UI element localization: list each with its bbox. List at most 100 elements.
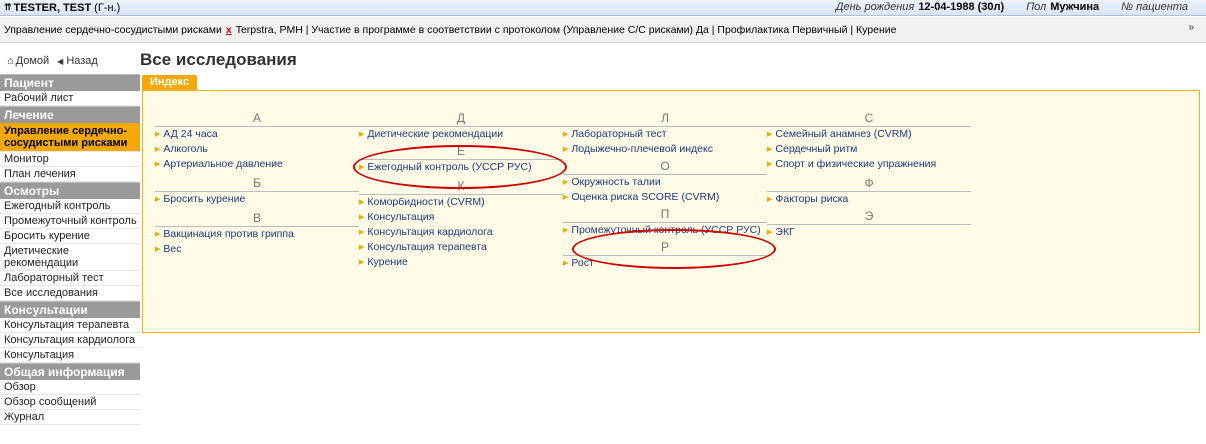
index-link[interactable]: ▶ ЭКГ (767, 225, 971, 240)
back-link[interactable]: ◀ Назад (57, 55, 98, 67)
index-link[interactable]: ▶ Консультация (359, 210, 563, 225)
navigation-row: ⌂ Домой ◀ Назад Все исследования (0, 50, 297, 71)
bullet-triangle-icon: ▶ (155, 131, 161, 138)
index-link[interactable]: ▶ Вакцинация против гриппа (155, 227, 359, 242)
index-link[interactable]: ▶ Бросить курение (155, 192, 359, 207)
index-link[interactable]: ▶ Консультация кардиолога (359, 225, 563, 240)
index-link[interactable]: ▶ Алкоголь (155, 142, 359, 157)
index-letter-heading: С (767, 109, 971, 127)
sidebar-section-patient: Пациент (0, 74, 140, 91)
sidebar-item-overview[interactable]: Обзор (0, 380, 140, 395)
patient-meta: День рождения 12-04-1988 (30л) Пол Мужчи… (836, 1, 1188, 13)
bullet-triangle-icon: ▶ (155, 196, 161, 203)
index-panel: А ▶ АД 24 часа ▶ Алкоголь ▶ Артериальное да… (142, 90, 1200, 333)
remove-program-icon[interactable]: x (226, 24, 232, 36)
sidebar-item-messages-overview[interactable]: Обзор сообщений (0, 395, 140, 410)
index-letter-heading: В (155, 209, 359, 227)
bullet-triangle-icon: ▶ (359, 259, 365, 266)
program-line: Управление сердечно-сосудистыми рисками … (0, 17, 1206, 43)
sidebar-item-quit-smoking[interactable]: Бросить курение (0, 229, 140, 244)
index-link[interactable]: ▶ Лабораторный тест (563, 127, 767, 142)
bullet-triangle-icon: ▶ (359, 229, 365, 236)
sidebar-item-treatment-plan[interactable]: План лечения (0, 167, 140, 182)
index-letter-heading: Ф (767, 174, 971, 192)
index-link[interactable]: ▶ Лодыжечно-плечевой индекс (563, 142, 767, 157)
patient-name-toggle[interactable]: ⇈ TESTER, TEST (Г-н.) (4, 2, 120, 14)
bullet-triangle-icon: ▶ (563, 146, 569, 153)
bullet-triangle-icon: ▶ (359, 244, 365, 251)
sidebar-item-interim-control[interactable]: Промежуточный контроль (0, 214, 140, 229)
annotation-oval-interim-control (572, 229, 776, 269)
sidebar-item-worksheet[interactable]: Рабочий лист (0, 91, 140, 106)
index-link[interactable]: ▶ Спорт и физические упражнения (767, 157, 971, 172)
sidebar-item-annual-control[interactable]: Ежегодный контроль (0, 199, 140, 214)
bullet-triangle-icon: ▶ (767, 196, 773, 203)
sidebar-item-journal[interactable]: Журнал (0, 410, 140, 425)
patient-header-bar: ⇈ TESTER, TEST (Г-н.) День рождения 12-0… (0, 0, 1206, 16)
home-link[interactable]: ⌂ Домой (7, 55, 49, 67)
index-link[interactable]: ▶ Вес (155, 242, 359, 257)
back-label: Назад (66, 55, 98, 67)
bullet-triangle-icon: ▶ (563, 260, 569, 267)
index-column-2: Д ▶ Диетические рекомендации Е ▶ Ежегодный… (359, 109, 563, 270)
index-link[interactable]: ▶ АД 24 часа (155, 127, 359, 142)
birthday-label: День рождения (835, 1, 915, 13)
tab-index[interactable]: Индекс (142, 75, 198, 90)
bullet-triangle-icon: ▶ (155, 231, 161, 238)
bullet-triangle-icon: ▶ (767, 161, 773, 168)
program-name: Управление сердечно-сосудистыми рисками (4, 23, 222, 36)
index-column-4: С ▶ Семейный анамнез (CVRM) ▶ Сердечный ри… (767, 109, 971, 240)
index-link[interactable]: ▶ Оценка риска SCORE (CVRM) (563, 190, 767, 205)
sidebar-item-therapist-consultation[interactable]: Консультация терапевта (0, 318, 140, 333)
sidebar-item-lab-test[interactable]: Лабораторный тест (0, 271, 140, 286)
bullet-triangle-icon: ▶ (767, 229, 773, 236)
sidebar-section-treatment: Лечение (0, 106, 140, 123)
bullet-triangle-icon: ▶ (359, 131, 365, 138)
sidebar-section-general-info: Общая информация (0, 363, 140, 380)
sex-value: Мужчина (1050, 1, 1100, 13)
index-column-1: А ▶ АД 24 часа ▶ Алкоголь ▶ Артериальное да… (155, 109, 359, 257)
index-link[interactable]: ▶ Консультация терапевта (359, 240, 563, 255)
birthday-value: 12-04-1988 (30л) (918, 1, 1005, 13)
sidebar-item-cardiologist-consultation[interactable]: Консультация кардиолога (0, 333, 140, 348)
index-link[interactable]: ▶ Семейный анамнез (CVRM) (767, 127, 971, 142)
bullet-triangle-icon: ▶ (767, 131, 773, 138)
sidebar-item-monitor[interactable]: Монитор (0, 152, 140, 167)
page-title: Все исследования (140, 50, 297, 69)
index-letter-heading: Д (359, 109, 563, 127)
annotation-oval-annual-control (353, 145, 567, 189)
program-details: Terpstra, PMH | Участие в программе в со… (235, 23, 897, 36)
bullet-triangle-icon: ▶ (155, 161, 161, 168)
index-letter-heading: А (155, 109, 359, 127)
index-letter-heading: П (563, 205, 767, 223)
index-link[interactable]: ▶ Окружность талии (563, 175, 767, 190)
sidebar-item-consultation[interactable]: Консультация (0, 348, 140, 363)
bullet-triangle-icon: ▶ (563, 131, 569, 138)
collapse-chevron-icon[interactable]: ⇈ (4, 2, 12, 13)
bullet-triangle-icon: ▶ (359, 199, 365, 206)
index-letter-heading: Б (155, 174, 359, 192)
sidebar-item-diet-recommendations[interactable]: Диетические рекомендации (0, 244, 140, 271)
bullet-triangle-icon: ▶ (767, 146, 773, 153)
index-link[interactable]: ▶ Сердечный ритм (767, 142, 971, 157)
sidebar-item-all-examinations[interactable]: Все исследования (0, 286, 140, 301)
index-link[interactable]: ▶ Факторы риска (767, 192, 971, 207)
index-link[interactable]: ▶ Артериальное давление (155, 157, 359, 172)
index-letter-heading: Э (767, 207, 971, 225)
bullet-triangle-icon: ▶ (155, 146, 161, 153)
index-link[interactable]: ▶ Диетические рекомендации (359, 127, 563, 142)
sex-label: Пол (1026, 1, 1047, 13)
index-link[interactable]: ▶ Курение (359, 255, 563, 270)
home-label: Домой (15, 55, 50, 67)
back-arrow-icon: ◀ (57, 56, 64, 66)
patient-name: TESTER, TEST (13, 1, 92, 14)
sidebar: Пациент Рабочий лист Лечение Управление … (0, 74, 140, 425)
bullet-triangle-icon: ▶ (359, 214, 365, 221)
expand-chevron-icon[interactable]: » (1188, 22, 1194, 33)
sidebar-section-examinations: Осмотры (0, 182, 140, 199)
sidebar-item-cv-risk-management[interactable]: Управление сердечно-сосудистыми рисками (0, 123, 140, 152)
bullet-triangle-icon: ▶ (155, 246, 161, 253)
index-link[interactable]: ▶ Коморбидности (CVRM) (359, 195, 563, 210)
patient-number-label: № пациента (1121, 1, 1188, 13)
bullet-triangle-icon: ▶ (563, 179, 569, 186)
